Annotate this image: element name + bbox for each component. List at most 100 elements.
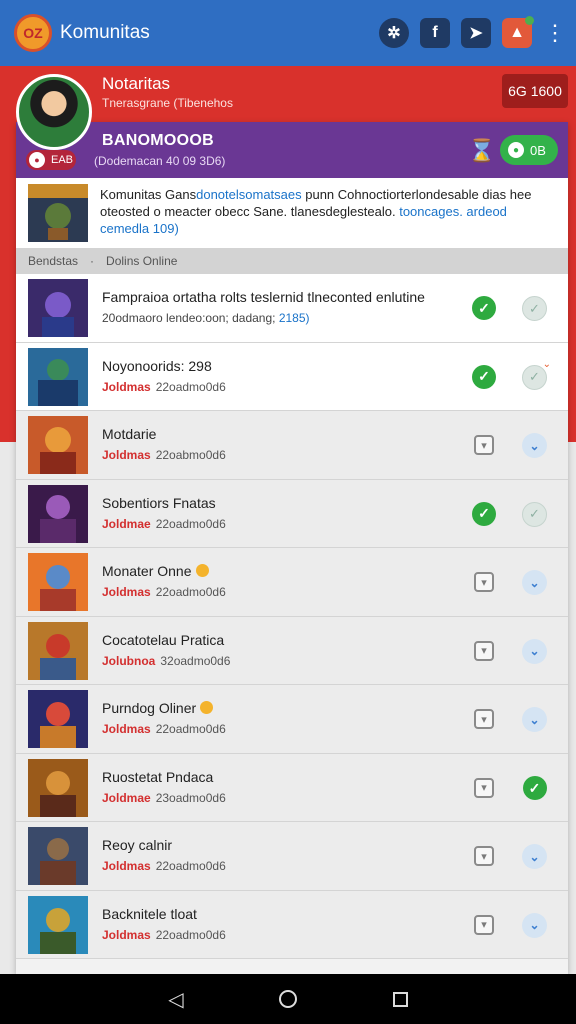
list-item[interactable]: Fampraioa ortatha rolts teslernid tlneco… [16,274,568,343]
list-item[interactable]: Ruostetat Pndaca Joldmae 23oadmo0d6 ▾ ✓ [16,753,568,822]
profile-name: Notaritas [102,74,171,93]
community-title: BANOMOOOB [102,132,215,149]
item-highlight: Joldmas [102,585,151,599]
item-thumbnail [28,279,88,337]
follow-toggle[interactable]: ⌄ [522,707,547,732]
item-thumbnail [28,758,88,817]
follow-toggle[interactable]: ⌄ [522,912,547,938]
list-item[interactable]: Monater Onne Joldmas 22oadmo0d6 ▾ ⌄ [16,548,568,617]
status-check[interactable]: ✓ [472,501,496,526]
chevron-down-icon: ▾ [474,846,494,866]
item-title-text: Monater Onne [102,563,192,579]
follow-toggle[interactable]: ⌄ [522,844,547,869]
follow-toggle[interactable]: ✓ ⌄ [522,359,551,390]
expand-toggle[interactable]: ▾ [472,639,496,663]
chevron-down-circle-icon: ⌄ [522,570,547,595]
item-subtitle: Joldmas 22oadmo0d6 [102,380,226,394]
item-subtitle: Joldmas 22oadmo0d6 [102,722,226,736]
chevron-down-circle-icon: ⌄ [522,844,547,869]
system-navigation-bar: ◁ [0,974,576,1024]
smile-emoji-icon [200,701,214,714]
description-link-a[interactable]: donotelsomatsaes [196,187,302,202]
item-subtitle: Joldmas 22oadmo0d6 [102,928,226,942]
item-title: Cocatotelau Pratica [102,631,225,648]
expand-toggle[interactable]: ▾ [472,776,496,800]
item-subtitle: Jolubnoa 32oadmo0d6 [102,654,230,668]
item-subtitle-link[interactable]: 2185) [279,311,310,325]
check-pale-icon: ✓ [522,501,547,527]
item-subtitle-rest: 22oabmo0d6 [155,448,226,462]
item-title-text: Purndog Oliner [102,700,197,716]
profile-subtitle: Tnerasgrane (Tibenehos [102,96,233,110]
item-subtitle: Joldmas 22oabmo0d6 [102,448,226,462]
item-title: Reoy calnir [102,837,173,853]
follow-toggle[interactable]: ⌄ [522,433,547,458]
expand-toggle[interactable]: ▾ [472,913,496,937]
expand-toggle[interactable]: ▾ [472,570,496,594]
section-tab-left[interactable]: Bendstas [28,254,78,268]
status-check[interactable]: ✓ [472,296,496,320]
status-check[interactable]: ✓ [472,364,496,389]
list-item[interactable]: Reoy calnir Joldmas 22oadmo0d6 ▾ ⌄ [16,822,568,891]
follow-toggle[interactable]: ✓ [522,296,547,321]
chevron-down-circle-icon: ⌄ [522,912,547,938]
item-title: Fampraioa ortatha rolts teslernid tlneco… [102,289,425,305]
follow-toggle[interactable]: ✓ [522,776,547,801]
item-highlight: Jolubnoa [102,653,156,668]
item-highlight: Joldmas [102,722,151,736]
recents-icon[interactable] [385,984,415,1014]
coin-badge[interactable]: 6G 1600 [502,74,568,108]
list-item[interactable]: Noyonoorids: 298 Joldmas 22oadmo0d6 ✓ ✓ ⌄ [16,342,568,411]
expand-toggle[interactable]: ▾ [472,707,496,731]
home-circle [279,990,297,1008]
item-subtitle: Joldmas 22oadmo0d6 [102,585,226,599]
section-header: Bendstas · Dolins Online [16,248,568,274]
item-subtitle: Joldmas 22oadmo0d6 [102,859,226,873]
check-green-icon: ✓ [472,364,496,389]
item-highlight: Joldmas [102,379,151,394]
item-title: Motdarie [102,426,157,442]
back-icon[interactable]: ◁ [161,984,191,1014]
close-star-icon[interactable]: ✲ [379,18,409,48]
item-subtitle: 20odmaoro lendeo:oon; dadang; 2185) [102,311,310,325]
section-separator: · [90,254,95,268]
item-highlight: Joldmas [102,927,151,942]
list-item[interactable]: Backnitele tloat Joldmas 22oadmo0d6 ▾ ⌄ [16,890,568,959]
item-highlight: Joldmas [102,448,151,462]
notification-icon[interactable]: ▲ [502,16,534,48]
notification-dot-icon [525,16,534,25]
section-tab-right[interactable]: Dolins Online [106,254,177,268]
home-icon[interactable] [273,984,303,1014]
item-subtitle-rest: 22oadmo0d6 [155,585,226,599]
follow-toggle[interactable]: ⌄ [522,638,547,664]
check-green-icon: ✓ [472,296,496,320]
chevron-down-circle-icon: ⌄ [522,638,547,664]
item-thumbnail [28,484,88,543]
status-pill[interactable]: ● 0B [500,135,558,165]
avatar[interactable] [16,74,92,150]
community-sheet: ● EAB BANOMOOOB (Dodemacan 40 09 3D6) ⌛ … [16,122,568,974]
more-menu-icon[interactable]: ⋮ [544,20,566,46]
follow-toggle[interactable]: ✓ [522,501,547,527]
expand-toggle[interactable]: ▾ [472,433,496,457]
list-item[interactable]: Motdarie Joldmas 22oabmo0d6 ▾ ⌄ [16,411,568,480]
expand-toggle[interactable]: ▾ [472,844,496,868]
chevron-down-icon: ▾ [474,640,494,661]
status-count: 0B [530,142,546,158]
list-item[interactable]: Cocatotelau Pratica Jolubnoa 32oadmo0d6 ▾… [16,616,568,685]
community-subtitle: (Dodemacan 40 09 3D6) [94,154,226,168]
check-pale-icon: ✓ [522,296,547,321]
facebook-icon[interactable]: f [420,18,450,48]
list-item[interactable]: Purndog Oliner Joldmas 22oadmo0d6 ▾ ⌄ [16,685,568,754]
item-thumbnail [28,895,88,954]
share-icon[interactable]: ➤ [461,18,491,48]
item-title: Monater Onne [102,563,209,579]
community-pill[interactable]: ● EAB [26,150,76,170]
item-thumbnail [28,827,88,885]
chevron-down-icon: ▾ [474,435,494,455]
follow-toggle[interactable]: ⌄ [522,570,547,595]
item-highlight: Joldmae [102,516,151,531]
list-item[interactable]: Sobentiors Fnatas Joldmae 22oadmo0d6 ✓ ✓ [16,479,568,548]
item-subtitle-rest: 22oadmo0d6 [155,722,226,736]
community-description: Komunitas Gansdonotelsomatsaes punn Cohn… [16,178,568,248]
